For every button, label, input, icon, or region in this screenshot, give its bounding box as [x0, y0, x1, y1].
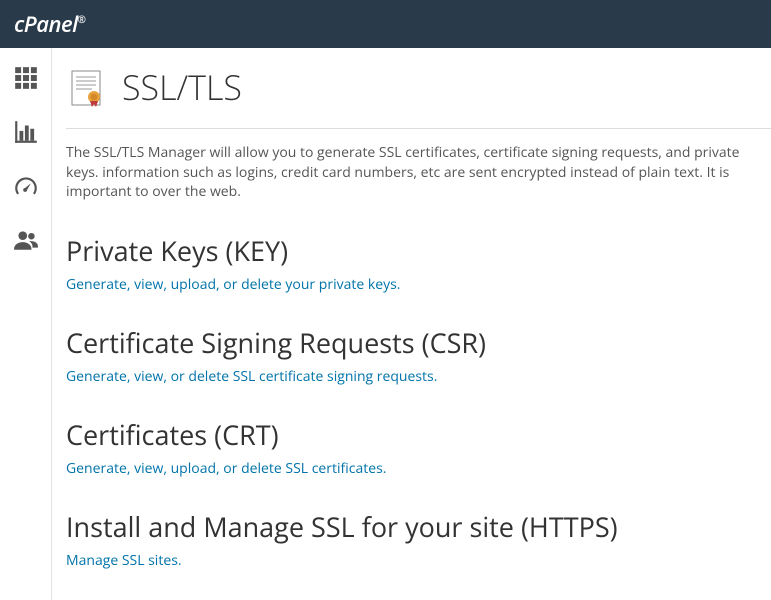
nav-users-icon[interactable] — [8, 222, 44, 258]
section-title-install: Install and Manage SSL for your site (HT… — [66, 508, 771, 545]
section-title-key: Private Keys (KEY) — [66, 232, 771, 269]
header-bar: cPanel® — [0, 0, 771, 48]
nav-dashboard-icon[interactable] — [8, 168, 44, 204]
section-title-crt: Certificates (CRT) — [66, 416, 771, 453]
link-private-keys[interactable]: Generate, view, upload, or delete your p… — [66, 275, 771, 294]
registered-mark: ® — [78, 12, 86, 26]
sidebar — [0, 48, 52, 600]
nav-stats-icon[interactable] — [8, 114, 44, 150]
link-csr[interactable]: Generate, view, or delete SSL certificat… — [66, 367, 771, 386]
main-content: SSL/TLS The SSL/TLS Manager will allow y… — [52, 48, 771, 600]
page-header: SSL/TLS — [66, 64, 771, 129]
intro-text: The SSL/TLS Manager will allow you to ge… — [66, 143, 771, 202]
nav-apps-icon[interactable] — [8, 60, 44, 96]
section-title-csr: Certificate Signing Requests (CSR) — [66, 324, 771, 361]
page-title: SSL/TLS — [122, 64, 242, 110]
cpanel-logo[interactable]: cPanel® — [14, 9, 85, 39]
ssl-tls-icon — [66, 65, 110, 109]
link-manage-ssl[interactable]: Manage SSL sites. — [66, 551, 771, 570]
brand-name: cPanel — [14, 9, 78, 39]
link-certificates[interactable]: Generate, view, upload, or delete SSL ce… — [66, 459, 771, 478]
